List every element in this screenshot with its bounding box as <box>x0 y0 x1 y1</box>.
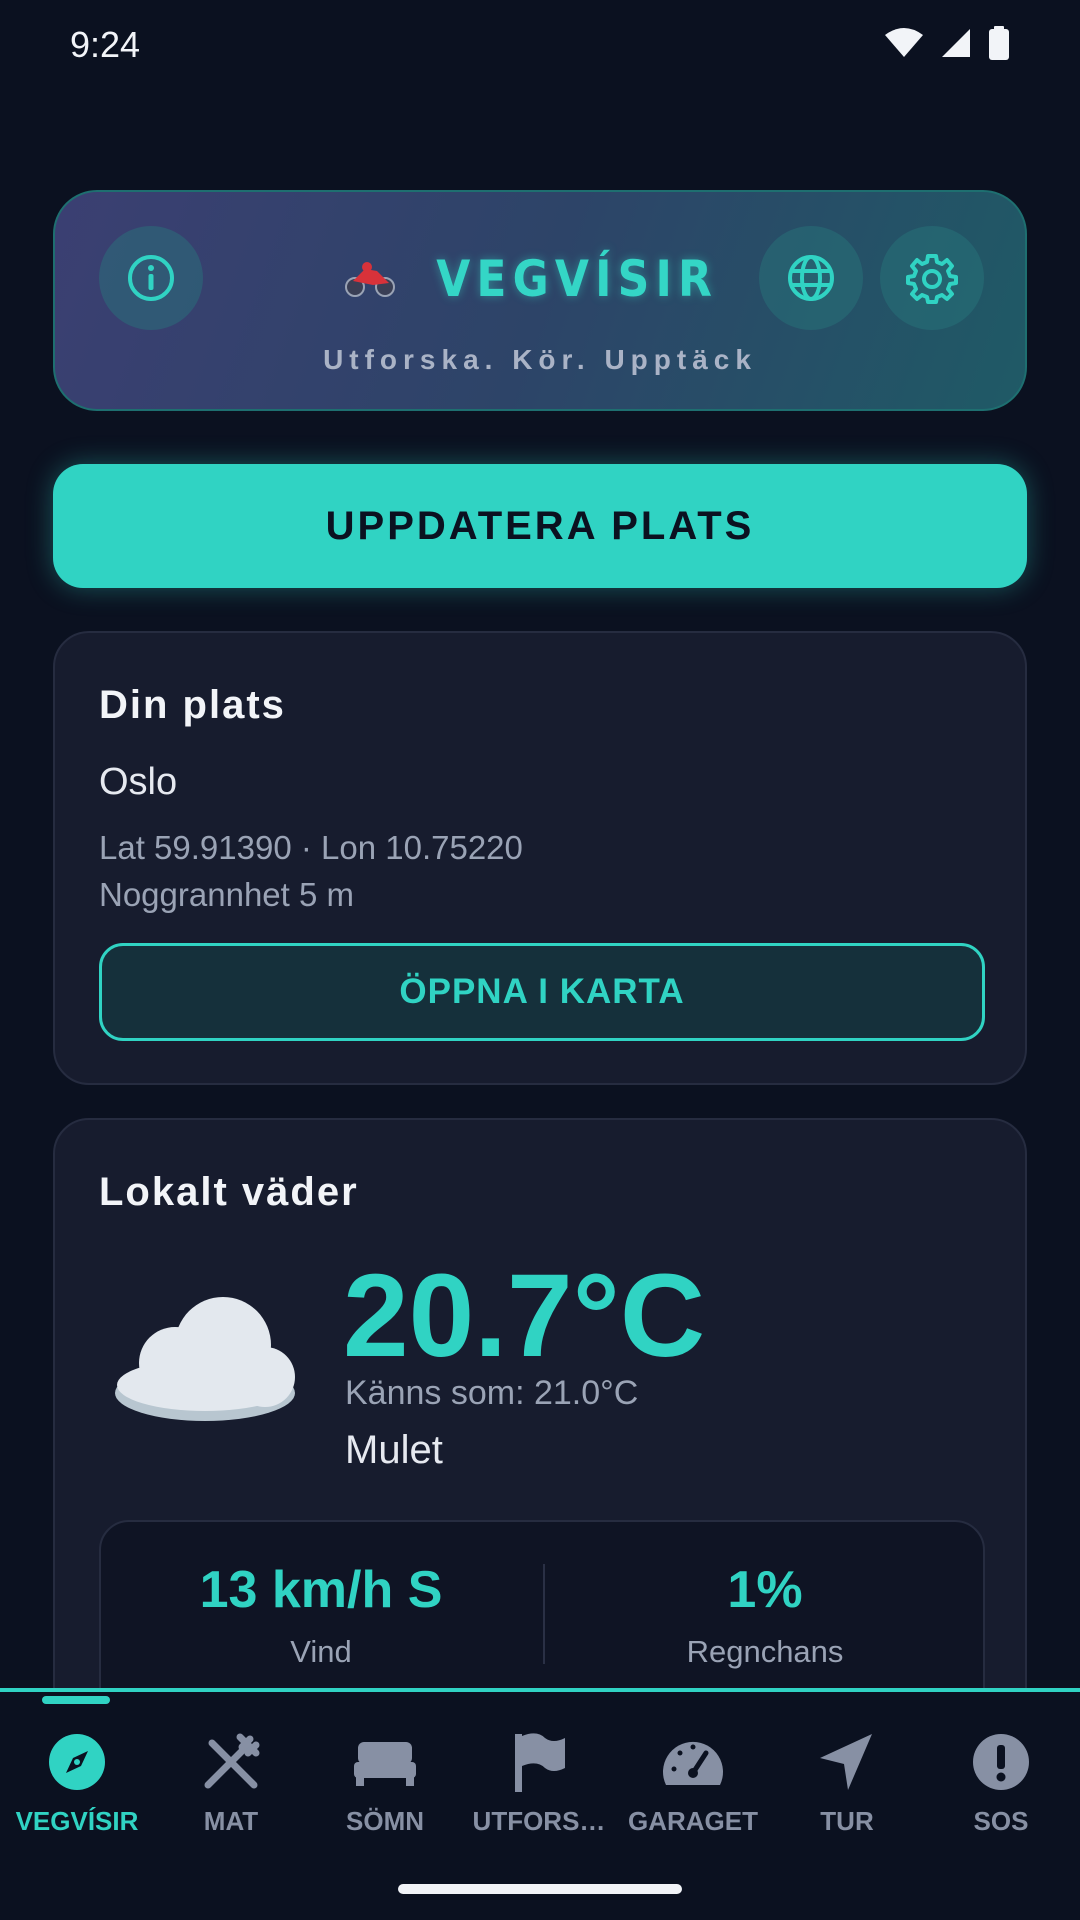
weather-title: Lokalt väder <box>99 1170 359 1214</box>
location-coordinates: Lat 59.91390 · Lon 10.75220 <box>99 829 523 866</box>
nav-label: TUR <box>820 1806 874 1836</box>
wifi-icon <box>885 28 923 57</box>
location-accuracy: Noggrannhet 5 m <box>99 876 354 913</box>
temperature: 20.7°C <box>343 1250 706 1382</box>
status-time: 9:24 <box>70 24 141 65</box>
signal-icon <box>942 29 970 57</box>
bed-icon <box>354 1742 416 1786</box>
motorcycle-icon <box>344 262 395 297</box>
nav-label: MAT <box>203 1806 259 1836</box>
nav-label: GARAGET <box>628 1806 758 1836</box>
tagline: Utforska. Kör. Upptäck <box>323 344 757 375</box>
weather-card: Lokalt väder 20.7°C Känns som: 21.0°C Mu… <box>53 1118 1027 1778</box>
settings-button[interactable] <box>880 226 984 330</box>
speedometer-icon <box>663 1741 723 1785</box>
nav-item-mat[interactable]: MAT <box>154 1728 308 1837</box>
rain-label: Regnchans <box>686 1634 844 1669</box>
wind-value: 13 km/h S <box>199 1561 443 1619</box>
compass-icon <box>49 1734 105 1790</box>
status-icons <box>884 26 1010 60</box>
rain-stat: 1% Regnchans <box>545 1560 985 1670</box>
globe-icon <box>788 255 834 301</box>
alert-icon <box>973 1734 1029 1790</box>
nav-label: SOS <box>973 1806 1029 1836</box>
gear-icon <box>906 254 958 304</box>
nav-item-tur[interactable]: TUR <box>770 1728 924 1837</box>
flag-icon <box>515 1733 565 1792</box>
nav-label: UTFORS… <box>472 1806 606 1836</box>
nav-item-sos[interactable]: SOS <box>924 1728 1078 1837</box>
home-indicator[interactable] <box>398 1884 682 1894</box>
nav-item-utforska[interactable]: UTFORS… <box>462 1728 616 1837</box>
nav-item-vegvisir[interactable]: VEGVÍSIR <box>0 1728 154 1837</box>
status-bar: 9:24 <box>0 0 1080 92</box>
rain-value: 1% <box>727 1561 803 1619</box>
battery-icon <box>989 26 1009 60</box>
weather-condition: Mulet <box>345 1428 443 1472</box>
nav-item-garaget[interactable]: GARAGET <box>616 1728 770 1837</box>
update-location-button[interactable]: UPPDATERA PLATS <box>53 464 1027 588</box>
open-map-button[interactable]: ÖPPNA I KARTA <box>99 943 985 1041</box>
nav-label: VEGVÍSIR <box>15 1806 139 1836</box>
utensils-icon <box>204 1733 260 1789</box>
app-title: VEGVÍSIR <box>436 250 718 308</box>
wind-label: Vind <box>290 1634 352 1669</box>
navigation-arrow-icon <box>820 1734 872 1790</box>
location-title: Din plats <box>99 683 286 727</box>
header-card: VEGVÍSIR Utforska. Kör. Upptäck <box>53 190 1027 411</box>
wind-stat: 13 km/h S Vind <box>101 1560 541 1670</box>
cloud-icon <box>115 1297 295 1421</box>
location-city: Oslo <box>99 761 178 803</box>
location-card: Din plats Oslo Lat 59.91390 · Lon 10.752… <box>53 631 1027 1085</box>
nav-label: SÖMN <box>346 1806 424 1836</box>
feels-like: Känns som: 21.0°C <box>345 1374 639 1412</box>
nav-item-somn[interactable]: SÖMN <box>308 1728 462 1837</box>
nav-active-indicator <box>42 1696 110 1704</box>
language-button[interactable] <box>759 226 863 330</box>
